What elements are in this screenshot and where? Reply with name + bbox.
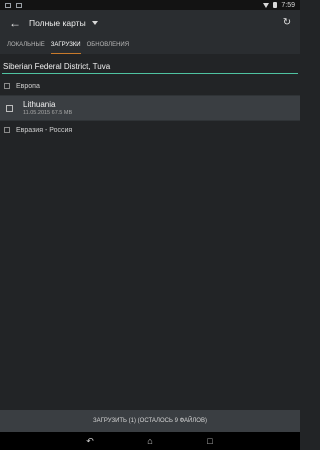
caret-down-icon[interactable] — [91, 21, 98, 25]
home-icon[interactable]: ⌂ — [144, 436, 156, 446]
notification-icon-2 — [16, 2, 22, 8]
download-list: Европа Lithuania 11.05.2015 67.5 MB Евра… — [0, 77, 300, 139]
app-title[interactable]: Полные карты — [29, 18, 86, 28]
group-label: Европа — [16, 82, 40, 90]
battery-icon — [273, 2, 278, 8]
status-right: 7:59 — [263, 2, 295, 9]
item-checkbox[interactable] — [6, 104, 13, 112]
item-text: Lithuania 11.05.2015 67.5 MB — [23, 100, 72, 116]
tab-local[interactable]: ЛОКАЛЬНЫЕ — [4, 36, 48, 54]
refresh-icon[interactable]: ↻ — [280, 15, 294, 29]
tab-bar: ЛОКАЛЬНЫЕ ЗАГРУЗКИ ОБНОВЛЕНИЯ — [0, 36, 300, 54]
app-bar: ← Полные карты ↻ — [0, 10, 300, 36]
back-icon[interactable]: ↶ — [84, 436, 96, 446]
download-button[interactable]: ЗАГРУЗИТЬ (1) (ОСТАЛОСЬ 9 ФАЙЛОВ) — [0, 410, 300, 432]
notification-icon — [5, 2, 11, 8]
search-wrap — [2, 56, 298, 74]
wifi-icon — [263, 2, 270, 8]
recent-apps-icon[interactable]: □ — [204, 436, 216, 446]
tab-updates[interactable]: ОБНОВЛЕНИЯ — [84, 36, 132, 54]
list-item-lithuania[interactable]: Lithuania 11.05.2015 67.5 MB — [0, 96, 300, 120]
status-left-icons — [5, 2, 22, 8]
arrow-left-icon[interactable]: ← — [5, 13, 25, 33]
group-label: Евразия - Россия — [16, 126, 73, 134]
status-bar: 7:59 — [0, 0, 300, 10]
group-row-eurasia-russia[interactable]: Евразия - Россия — [0, 121, 300, 139]
item-meta: 11.05.2015 67.5 MB — [23, 110, 73, 116]
tab-downloads[interactable]: ЗАГРУЗКИ — [48, 36, 84, 54]
system-nav-bar: ↶ ⌂ □ — [0, 432, 300, 450]
search-input[interactable] — [2, 60, 298, 74]
item-title: Lithuania — [23, 100, 56, 109]
group-checkbox[interactable] — [4, 127, 10, 133]
group-row-europe[interactable]: Европа — [0, 77, 300, 95]
group-checkbox[interactable] — [4, 83, 10, 89]
status-time: 7:59 — [281, 1, 295, 9]
